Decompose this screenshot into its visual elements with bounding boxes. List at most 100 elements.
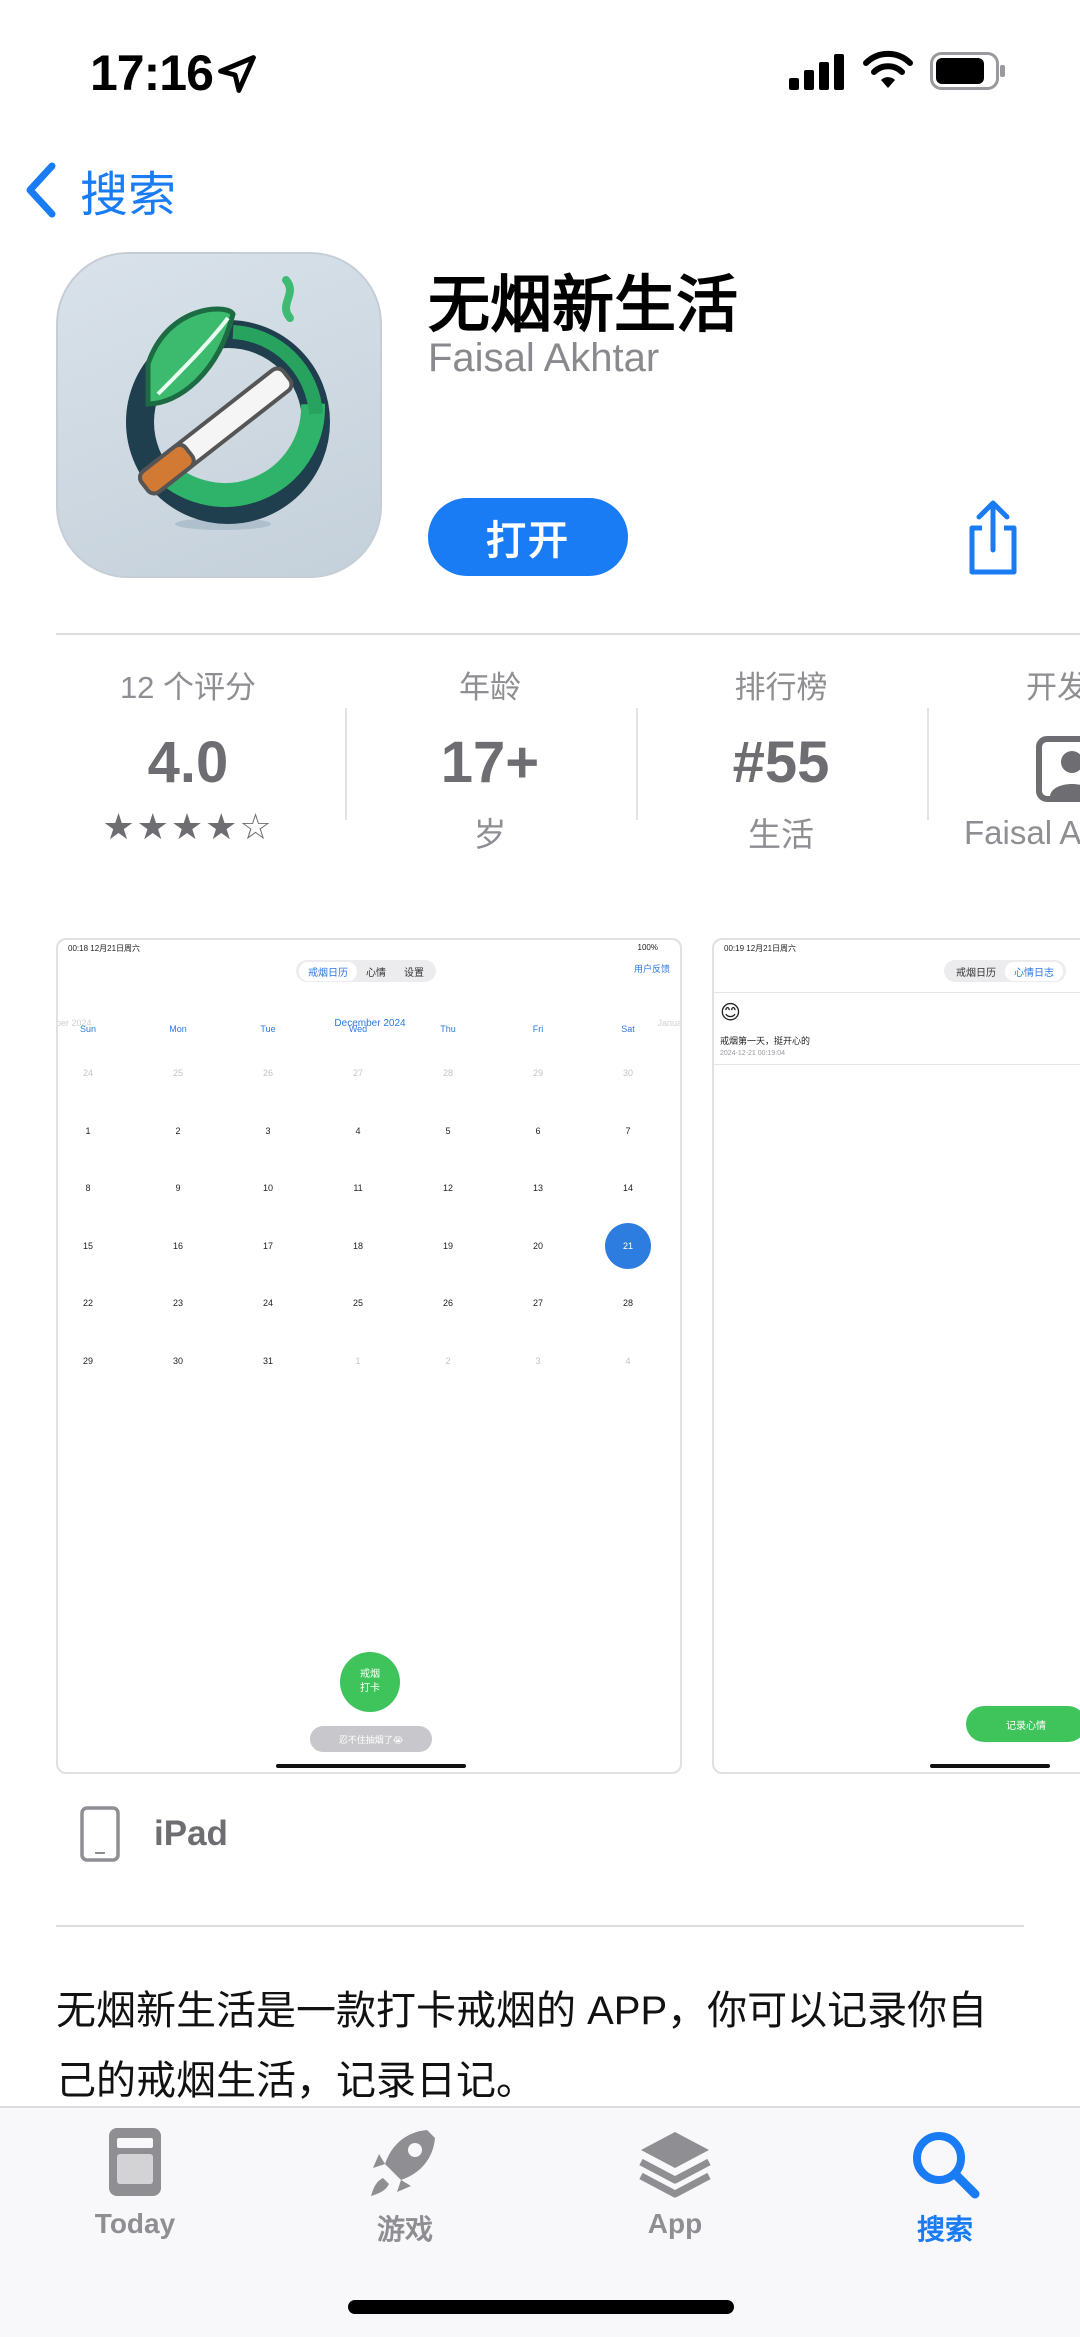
shot-weekday: Thu: [440, 1024, 456, 1034]
shot-weekday: Mon: [169, 1024, 187, 1034]
shot-calendar-day: 11: [353, 1183, 363, 1193]
person-icon: [1036, 736, 1080, 802]
shot-calendar-day: 27: [532, 1298, 543, 1308]
shot-calendar-day: 26: [442, 1298, 453, 1308]
shot-calendar-day: 28: [442, 1068, 453, 1078]
rating-stars: ★★★★☆: [102, 806, 274, 847]
shot-entry-text: 戒烟第一天，挺开心的: [720, 1036, 811, 1046]
cellular-signal-icon: [789, 54, 844, 90]
shot-status-battery: 100%: [637, 943, 658, 952]
ratings-label: 12 个评分: [119, 670, 257, 705]
shot-calendar-day: 25: [172, 1068, 183, 1078]
info-separator: [345, 708, 347, 820]
shot-weekday: Wed: [348, 1024, 368, 1034]
tab-games[interactable]: 游戏: [315, 2124, 495, 2248]
info-separator: [636, 708, 638, 820]
chart-sub: 生活: [748, 816, 814, 853]
shot-calendar-day: 9: [175, 1183, 181, 1193]
chevron-left-icon: [26, 162, 56, 218]
shot-tab: 戒烟日历: [956, 967, 996, 979]
tab-search[interactable]: 搜索: [855, 2124, 1035, 2248]
shot-tab: 设置: [404, 967, 424, 979]
developer-link[interactable]: Faisal Akhtar: [428, 336, 659, 381]
shot-calendar-day: 30: [172, 1355, 183, 1366]
shot-home-indicator: [276, 1764, 466, 1768]
screenshot-2[interactable]: 00:19 12月21日周六 戒烟日历 心情日志 😊 戒烟第一天，挺开心的 20…: [712, 938, 1080, 1774]
tab-label: App: [647, 2208, 703, 2239]
shot-entry-time: 2024-12-21 00:19:04: [720, 1050, 785, 1057]
shot-smoked-button: 忍不住抽烟了😭: [310, 1726, 432, 1752]
shot-calendar-day: 1: [355, 1355, 361, 1366]
tab-apps[interactable]: App: [585, 2124, 765, 2240]
shot-today-marker: 21: [605, 1222, 651, 1269]
open-button[interactable]: 打开: [428, 498, 628, 576]
shot-segment: 戒烟日历 心情 设置: [296, 960, 436, 982]
shot-calendar-day: 28: [622, 1298, 633, 1308]
wifi-icon: [863, 50, 913, 88]
shot-calendar-day: 30: [622, 1068, 633, 1078]
shot-divider: [714, 992, 1080, 993]
ipad-icon: [80, 1806, 120, 1862]
rocket-icon: [371, 2130, 435, 2196]
shot-calendar-day: 8: [85, 1183, 91, 1193]
shot-calendar-day: 24: [262, 1298, 273, 1308]
shot-calendar-day: 15: [82, 1240, 93, 1251]
today-icon: [109, 2128, 161, 2196]
shot-calendar-day: 5: [445, 1125, 451, 1136]
shot-calendar-week: 24 25 26 27 28 29 30: [58, 1068, 680, 1088]
shot-status-time: 00:19 12月21日周六: [724, 944, 797, 953]
back-button[interactable]: 搜索: [22, 160, 176, 222]
shot-weekday: Sun: [79, 1024, 96, 1034]
shot-calendar-day: 18: [352, 1240, 363, 1251]
ratings-info[interactable]: 12 个评分 4.0 ★★★★☆: [58, 668, 318, 848]
shot-checkin-button: 戒烟 打卡: [340, 1652, 400, 1712]
shot-calendar-day: 7: [625, 1125, 631, 1136]
chart-label: 排行榜: [734, 670, 828, 705]
shot-tab: 戒烟日历: [299, 961, 357, 981]
shot-home-indicator: [930, 1764, 1050, 1768]
status-time: 17:16: [90, 45, 214, 101]
shot-calendar-day: 4: [355, 1125, 361, 1136]
tab-today[interactable]: Today: [45, 2124, 225, 2240]
shot-record-button: 记录心情: [966, 1706, 1080, 1742]
age-label: 年龄: [459, 670, 521, 705]
search-icon: [913, 2132, 980, 2199]
shot-status-time: 00:18 12月21日周六: [68, 944, 141, 953]
shot-segment: 戒烟日历 心情日志: [944, 960, 1066, 982]
screenshot-1[interactable]: 00:18 12月21日周六 100% 戒烟日历 心情 设置 用户反馈 ber …: [56, 938, 682, 1774]
age-value: 17+: [440, 730, 540, 795]
shot-record-label: 记录心情: [1006, 1720, 1046, 1732]
shot-calendar-day: 2: [445, 1355, 451, 1366]
developer-info[interactable]: 开发 Faisal A: [942, 668, 1080, 852]
app-title: 无烟新生活: [428, 271, 739, 340]
share-icon[interactable]: [960, 498, 1026, 578]
shot-calendar-day: 31: [262, 1355, 273, 1366]
battery-icon: [930, 52, 1005, 90]
shot-calendar-day: 24: [82, 1068, 93, 1078]
shot-emoji: 😊: [720, 1002, 741, 1024]
shot-calendar-week: 1 2 3 4 5 6 7: [58, 1125, 680, 1146]
shot-checkin-line: 戒烟: [360, 1669, 380, 1680]
shot-calendar-day: 1: [85, 1125, 91, 1136]
shot-calendar-day: 12: [442, 1183, 453, 1193]
chart-value: #55: [732, 730, 830, 795]
shot-calendar-day: 17: [262, 1240, 273, 1251]
chart-info[interactable]: 排行榜 #55 生活: [651, 668, 911, 856]
shot-checkin-line: 打卡: [360, 1683, 380, 1694]
shot-calendar-day: 20: [532, 1240, 543, 1251]
shot-calendar-day: 13: [532, 1183, 543, 1193]
shot-calendar-day: 6: [535, 1125, 541, 1136]
shot-calendar-week: 8 9 10 11 12 13 14: [58, 1183, 680, 1203]
description-divider: [56, 1925, 1024, 1927]
shot-calendar-day: 29: [82, 1355, 93, 1366]
developer-sub: Faisal A: [964, 814, 1080, 851]
shot-feedback-link: 用户反馈: [633, 964, 670, 974]
shot-calendar-week: 22 23 24 25 26 27 28: [58, 1298, 680, 1318]
shot-calendar-day: 22: [82, 1298, 93, 1308]
shot-tab: 心情: [366, 967, 386, 979]
shot-calendar-week: 15 16 17 18 19 20 21: [58, 1222, 680, 1269]
home-indicator: [348, 2300, 734, 2314]
age-info[interactable]: 年龄 17+ 岁: [360, 668, 620, 856]
tab-label: Today: [94, 2208, 176, 2239]
device-row: iPad: [80, 1806, 228, 1862]
